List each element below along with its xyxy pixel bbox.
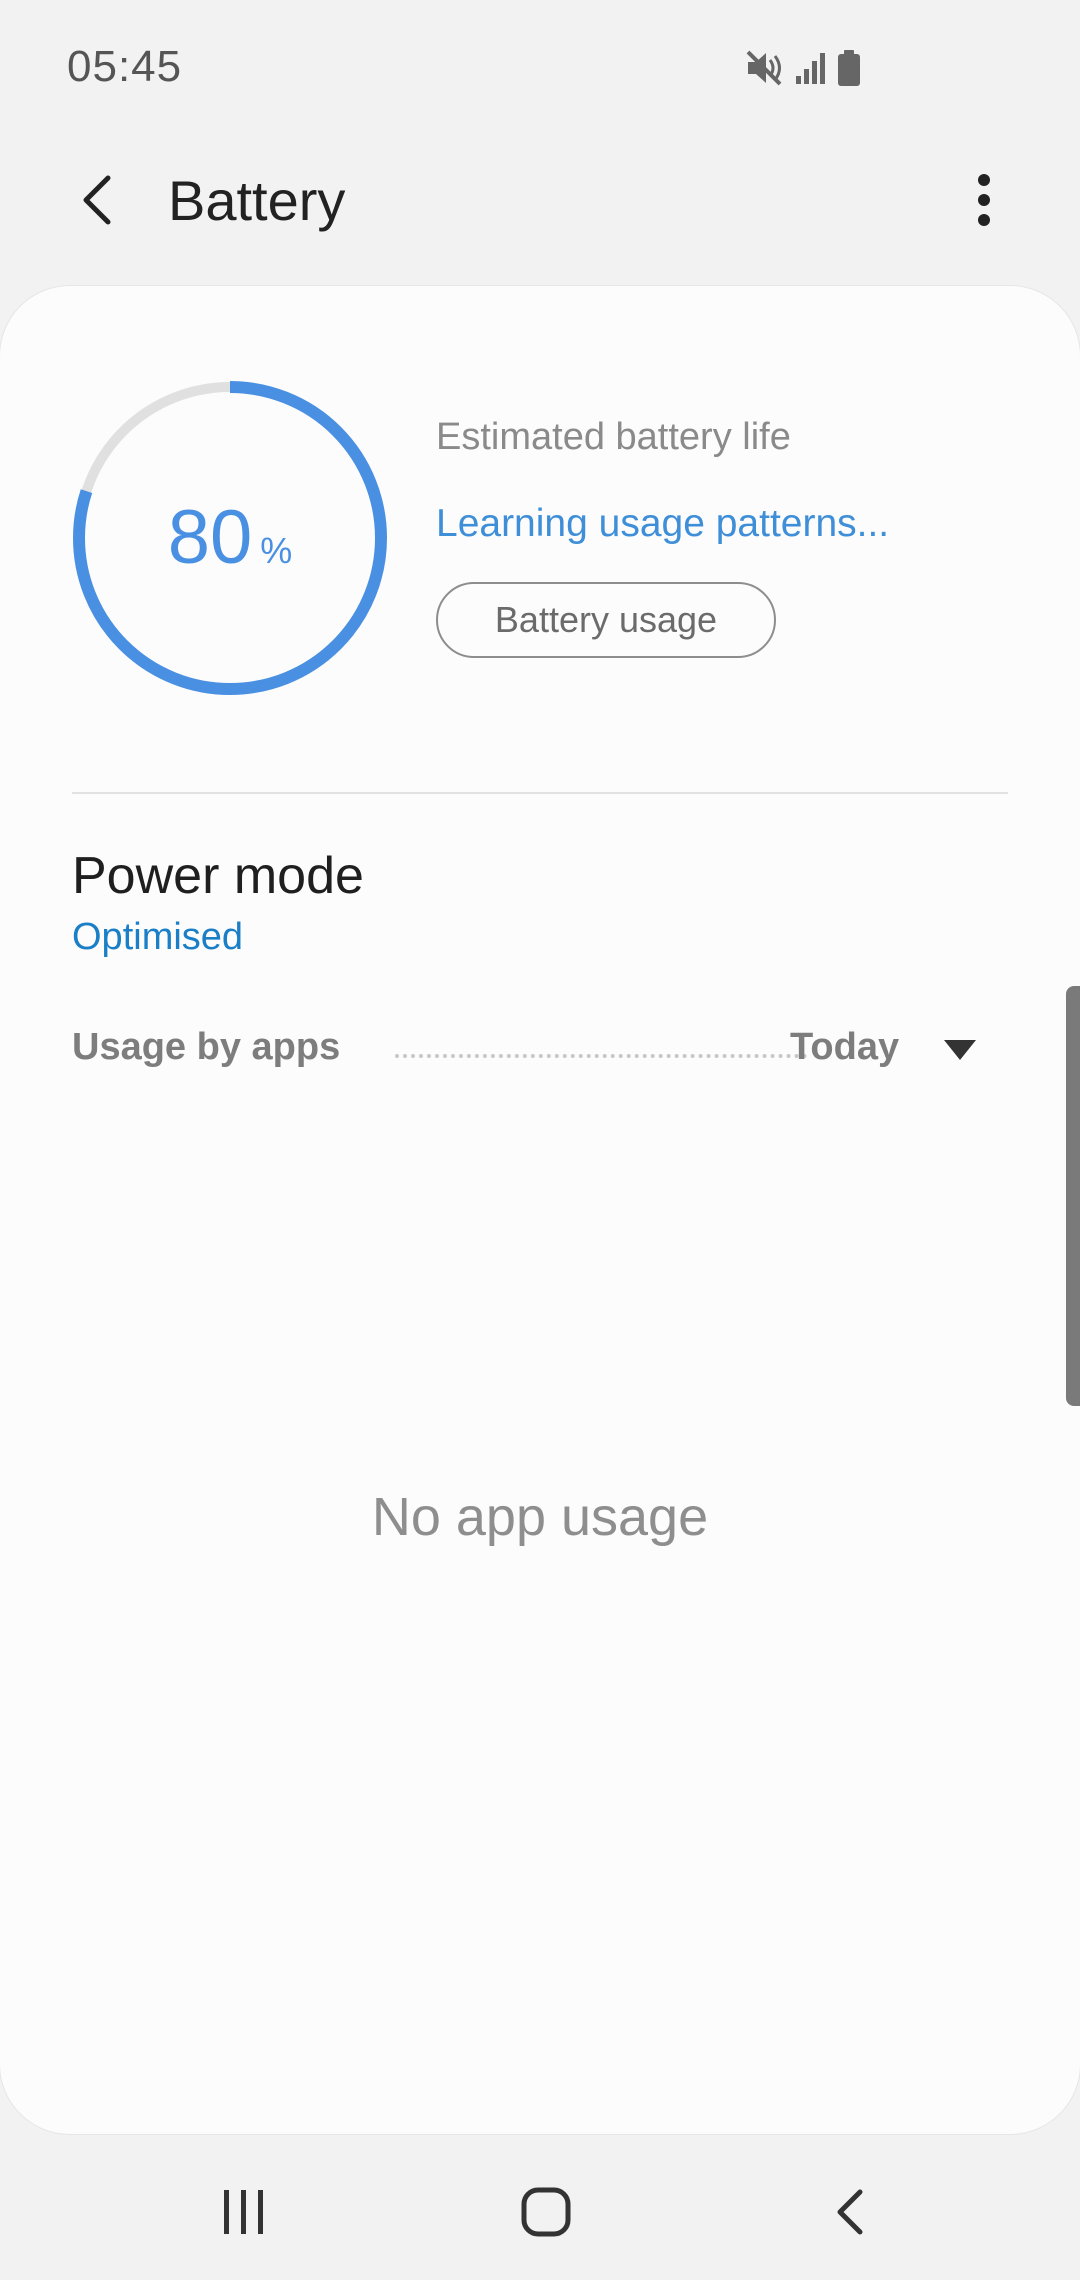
recents-icon xyxy=(224,2190,263,2234)
divider xyxy=(72,792,1008,794)
signal-icon xyxy=(794,50,828,91)
recents-button[interactable] xyxy=(194,2162,294,2262)
back-arrow-icon xyxy=(83,175,111,225)
back-button[interactable] xyxy=(60,164,132,236)
usage-by-apps-row: Usage by apps Today xyxy=(72,1026,1008,1086)
power-mode-value: Optimised xyxy=(72,916,244,958)
more-vertical-icon xyxy=(978,174,990,226)
nav-back-button[interactable] xyxy=(800,2162,900,2262)
home-button[interactable] xyxy=(496,2162,596,2262)
estimate-label: Estimated battery life xyxy=(436,416,791,458)
dotted-separator xyxy=(395,1054,807,1058)
status-bar: 05:45 xyxy=(0,0,1080,140)
battery-percent: 80 % xyxy=(70,378,390,698)
home-icon xyxy=(521,2187,571,2237)
battery-level-value: 80 xyxy=(167,495,253,580)
estimate-value: Learning usage patterns... xyxy=(436,502,890,545)
dropdown-caret-icon xyxy=(940,1030,980,1071)
page-title: Battery xyxy=(168,169,346,232)
usage-by-apps-label: Usage by apps xyxy=(72,1026,341,1068)
period-value: Today xyxy=(790,1026,900,1068)
battery-card: 80 % Estimated battery life Learning usa… xyxy=(0,286,1080,2134)
status-time: 05:45 xyxy=(67,42,183,91)
battery-level-unit: % xyxy=(260,530,293,571)
power-mode-title[interactable]: Power mode xyxy=(72,846,364,906)
navigation-bar xyxy=(0,2136,1080,2280)
period-dropdown[interactable]: Today xyxy=(790,1026,1008,1086)
mute-icon xyxy=(744,48,786,93)
more-options-button[interactable] xyxy=(952,164,1016,236)
battery-usage-button[interactable]: Battery usage xyxy=(436,582,776,658)
app-bar: Battery xyxy=(0,140,1080,280)
empty-usage-text: No app usage xyxy=(371,1487,709,1547)
scroll-handle[interactable] xyxy=(1066,986,1080,1406)
status-icons xyxy=(744,48,862,93)
battery-icon xyxy=(836,49,862,92)
back-icon xyxy=(837,2189,863,2235)
